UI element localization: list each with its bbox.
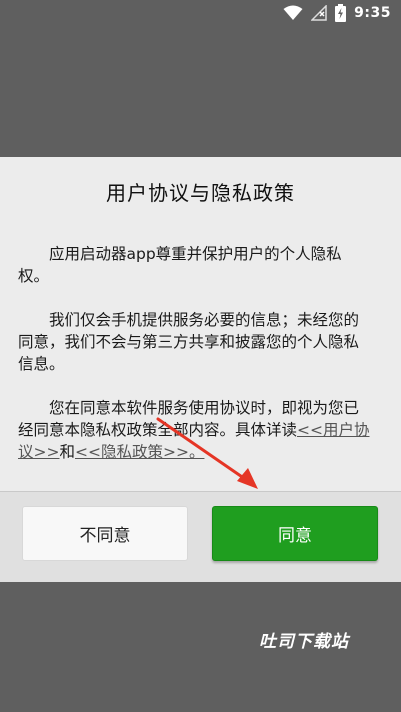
privacy-policy-link[interactable]: <<隐私政策>>。: [75, 443, 204, 461]
battery-charging-icon: [335, 4, 347, 22]
paragraph-data-collection: 我们仅会手机提供服务必要的信息；未经您的同意，我们不会与第三方共享和披露您的个人…: [18, 311, 360, 373]
paragraph-agreement: 您在同意本软件服务使用协议时，即视为您已经同意本隐私权政策全部内容。具体详读<<…: [18, 397, 370, 463]
and-text: 和: [59, 443, 75, 461]
watermark-text: 吐司下载站: [259, 632, 349, 652]
status-icons: 9:35: [283, 3, 391, 23]
status-bar: 9:35: [0, 0, 401, 26]
dialog-title: 用户协议与隐私政策: [106, 181, 295, 205]
wifi-icon: [283, 5, 303, 21]
status-time: 9:35: [354, 5, 391, 21]
signal-off-icon: [311, 5, 327, 21]
dialog-button-bar: 不同意 同意: [0, 491, 401, 582]
privacy-dialog: 用户协议与隐私政策 应用启动器app尊重并保护用户的个人隐私权。 我们仅会手机提…: [0, 157, 401, 582]
dialog-body: 应用启动器app尊重并保护用户的个人隐私权。 我们仅会手机提供服务必要的信息；未…: [18, 243, 370, 485]
agree-button[interactable]: 同意: [212, 506, 378, 561]
paragraph-respect-privacy: 应用启动器app尊重并保护用户的个人隐私权。: [18, 245, 342, 285]
disagree-button[interactable]: 不同意: [22, 506, 188, 561]
